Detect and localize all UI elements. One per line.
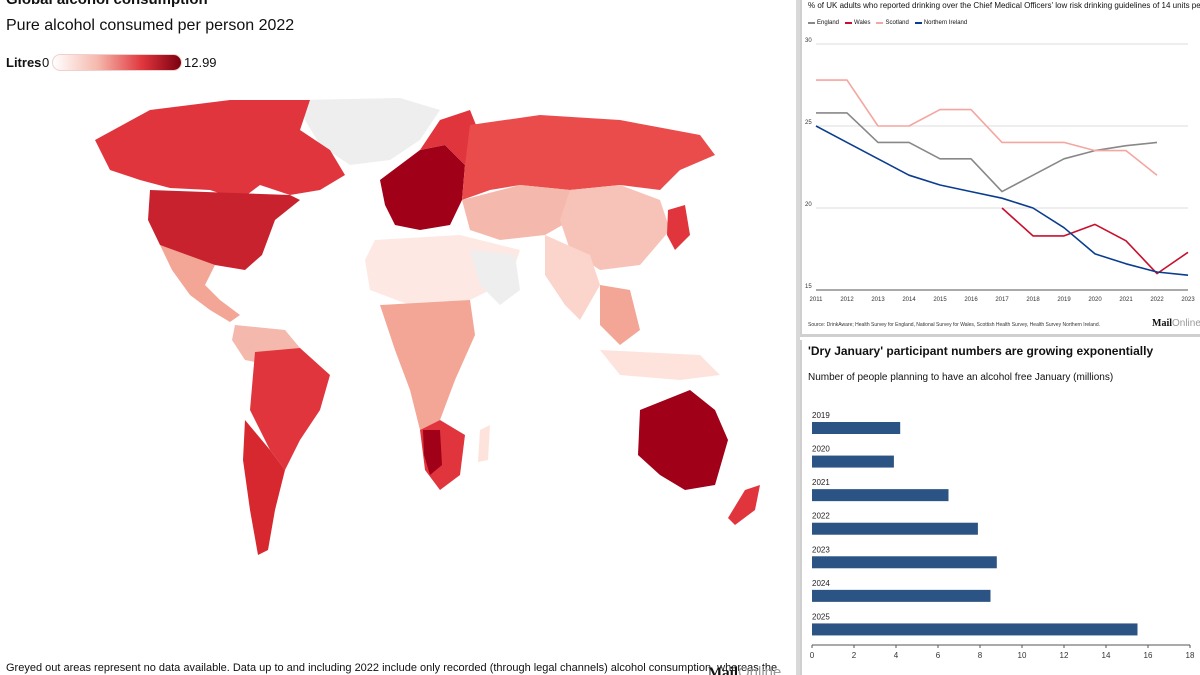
legend-item-northern-ireland: Northern Ireland [914,20,967,26]
y-tick-label: 15 [805,284,812,290]
x-tick-label: 2022 [1150,297,1164,303]
region-australia [638,390,728,490]
bar-chart-panel: 'Dry January' participant numbers are gr… [800,340,1200,675]
x-tick-label: 2013 [871,297,885,303]
line-chart-legend: England Wales Scotland Northern Ireland [808,20,967,26]
category-label: 2021 [812,478,830,487]
x-tick-label: 2023 [1181,297,1195,303]
y-tick-label: 30 [805,38,812,44]
x-tick-label: 2012 [840,297,854,303]
map-logo: MailOnline [708,664,782,675]
x-tick-label: 12 [1060,651,1069,660]
region-japan [667,205,690,250]
bar [812,623,1138,636]
x-tick-label: 2020 [1088,297,1102,303]
bar [812,489,949,502]
world-map [95,98,760,555]
bar [812,589,991,602]
line-chart-source: Source: DrinkAware; Health Survey for En… [808,322,1100,328]
x-tick-label: 8 [978,651,983,660]
map-legend-gradient [52,54,182,71]
x-tick-label: 14 [1102,651,1111,660]
line-chart: 15 20 25 30 2011 2012 2013 2014 2015 2016 2017 2018… [805,38,1195,303]
bar [812,556,997,569]
x-tick-label: 2019 [1057,297,1071,303]
x-tick-label: 2017 [995,297,1009,303]
y-tick-label: 25 [805,120,812,126]
region-central-africa [380,300,475,430]
x-tick-label: 10 [1018,651,1027,660]
line-chart-panel: % of UK adults who reported drinking ove… [800,0,1200,337]
x-tick-label: 2 [852,651,857,660]
region-indonesia [600,350,720,380]
x-tick-label: 2018 [1026,297,1040,303]
map-subtitle: Pure alcohol consumed per person 2022 [6,17,295,34]
map-legend-label: Litres [6,55,42,70]
y-tick-label: 20 [805,202,812,208]
bar [812,455,894,468]
line-chart-logo: MailOnline [1152,318,1200,329]
series-line-scotland [816,79,1158,176]
x-tick-label: 2014 [902,297,916,303]
x-tick-label: 2015 [933,297,947,303]
legend-item-wales: Wales [845,20,870,26]
category-label: 2023 [812,545,830,554]
x-tick-label: 18 [1186,651,1195,660]
region-russia [462,115,715,200]
region-se-asia [600,285,640,345]
category-label: 2022 [812,512,830,521]
series-line-northern-ireland [815,125,1189,276]
region-madagascar [478,425,490,462]
x-tick-label: 16 [1144,651,1153,660]
x-tick-label: 2021 [1119,297,1133,303]
x-tick-label: 2011 [810,297,824,303]
map-footnote: Greyed out areas represent no data avail… [6,662,778,674]
region-new-zealand [728,485,760,525]
map-title: Global alcohol consumption [6,0,208,8]
legend-item-scotland: Scotland [876,20,909,26]
x-tick-label: 2016 [964,297,978,303]
bar [812,522,978,535]
bar [812,422,901,434]
category-label: 2019 [812,411,830,420]
bar-chart: 0 2 4 6 8 10 12 14 16 18 2019 2020 2021 2022 2023 2024 2… [810,411,1195,660]
map-legend-min: 0 [42,55,50,70]
map-legend-max: 12.99 [184,55,217,70]
category-label: 2025 [812,612,830,621]
x-tick-label: 0 [810,651,815,660]
world-map-panel: Global alcohol consumption Pure alcohol … [0,0,796,675]
legend-item-england: England [808,20,839,26]
bar-chart-title: 'Dry January' participant numbers are gr… [808,344,1154,358]
category-label: 2024 [812,579,830,588]
x-tick-label: 4 [894,651,899,660]
x-tick-label: 6 [936,651,941,660]
category-label: 2020 [812,445,830,454]
line-chart-title: % of UK adults who reported drinking ove… [808,1,1200,10]
series-line-wales [1001,207,1189,275]
bar-chart-subtitle: Number of people planning to have an alc… [808,372,1114,383]
